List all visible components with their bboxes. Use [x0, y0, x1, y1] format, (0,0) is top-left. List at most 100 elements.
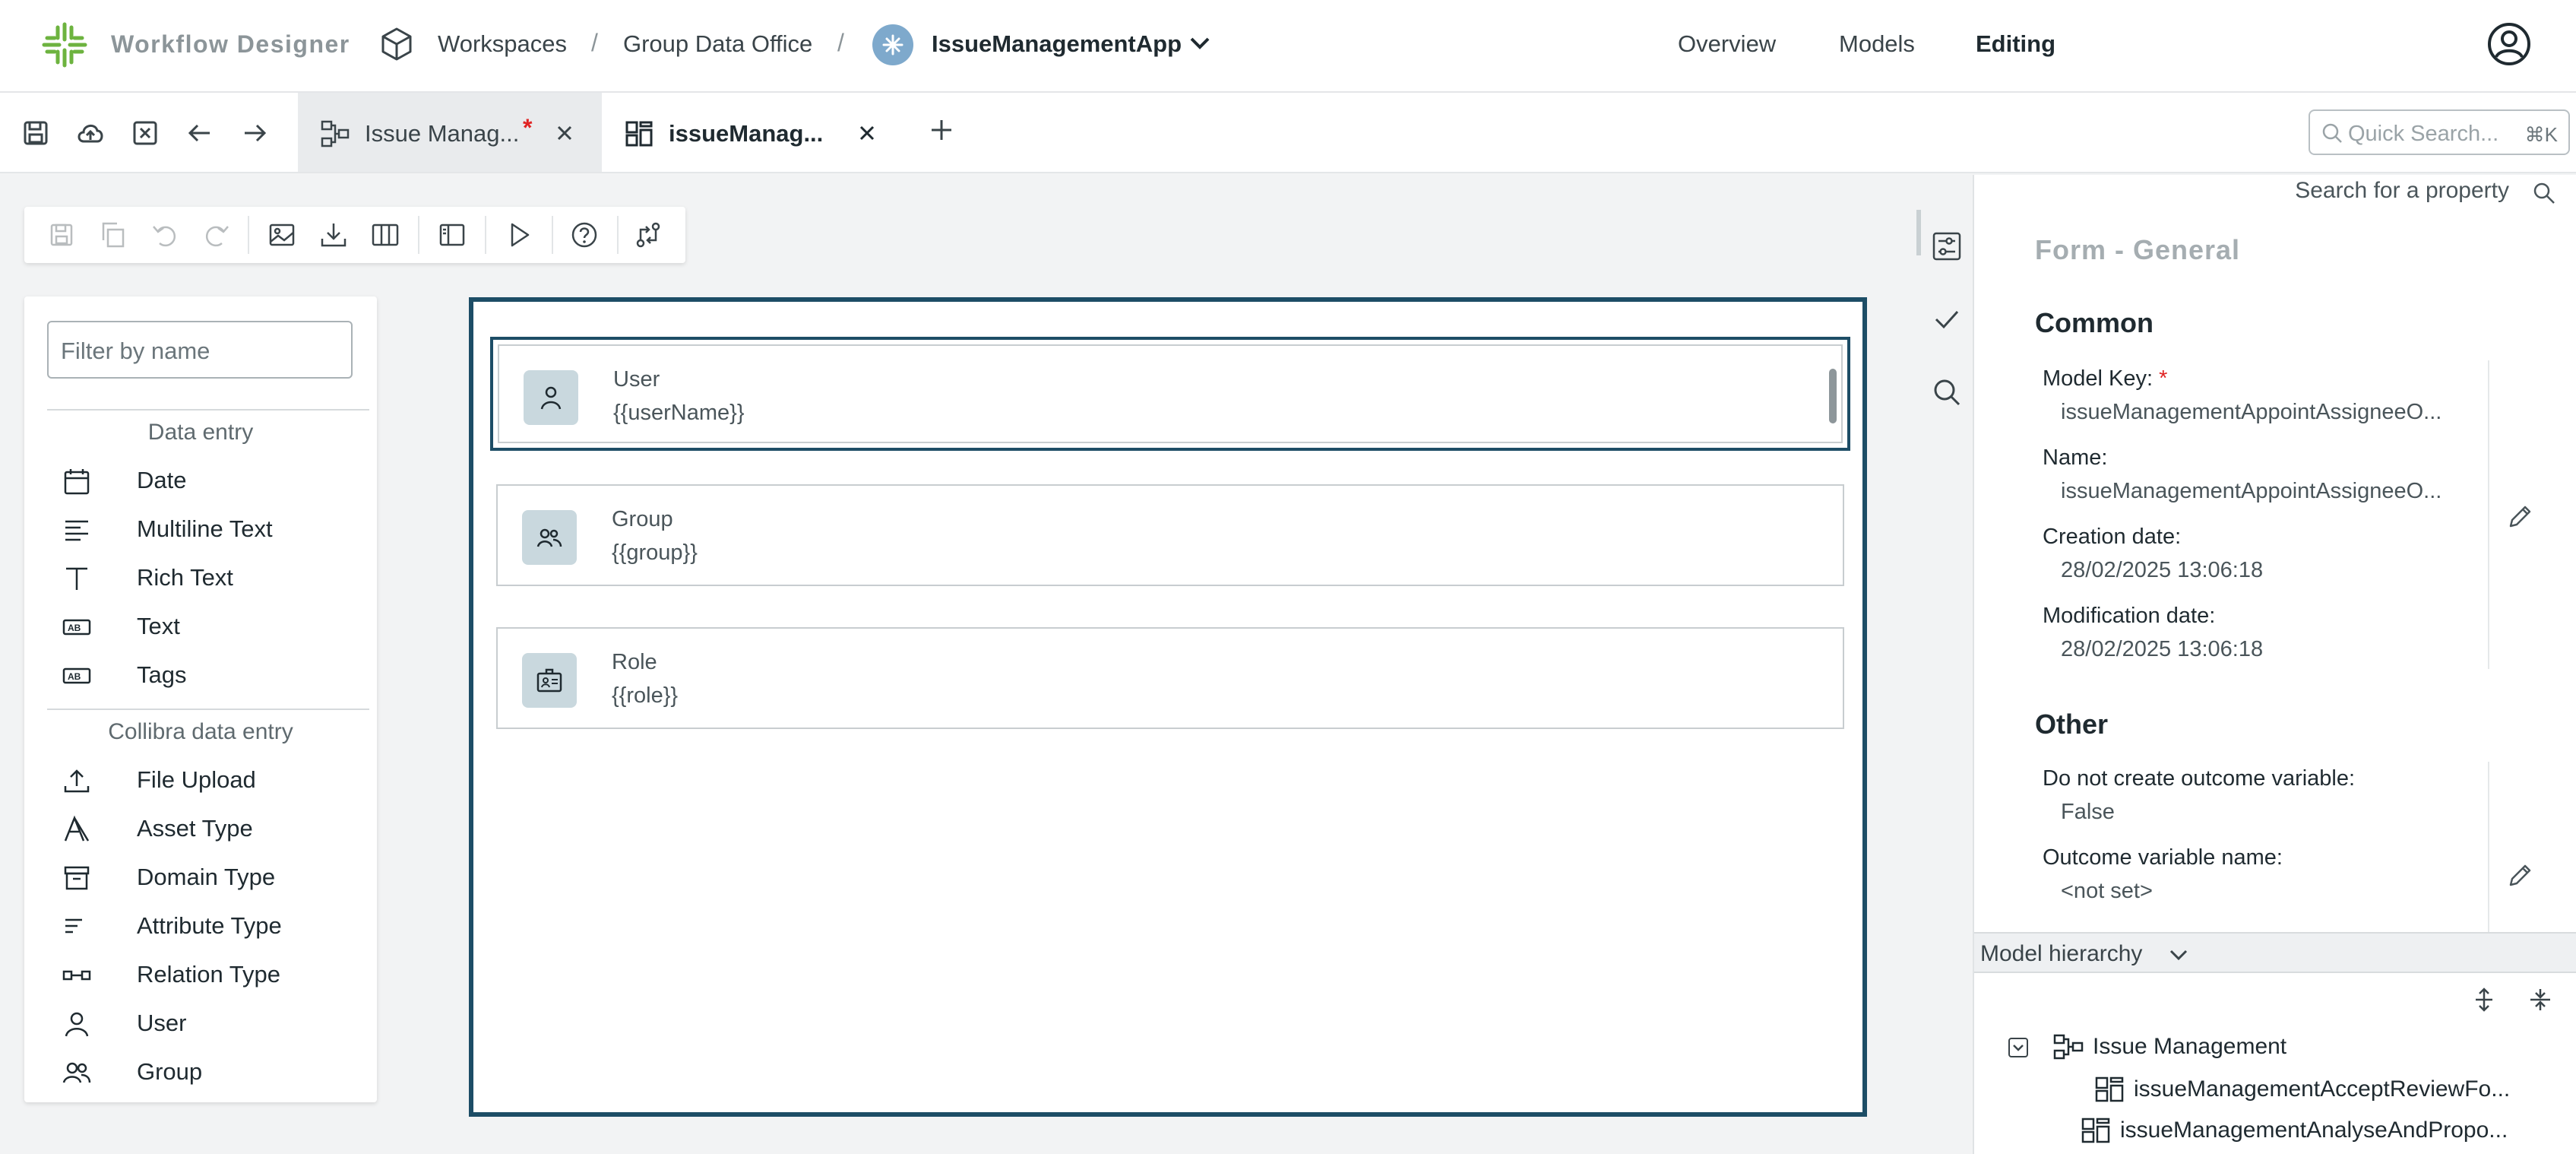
side-panel-switcher: [1916, 175, 1974, 1154]
creation-date-label: Creation date:: [2043, 525, 2182, 549]
palette-item-user[interactable]: User: [62, 1000, 366, 1043]
outcome-variable-name-label: Outcome variable name:: [2043, 845, 2283, 870]
user-icon: [524, 370, 578, 425]
field-value: {{userName}}: [613, 401, 745, 425]
rich-text-icon: [66, 567, 87, 590]
form-canvas[interactable]: User {{userName}} Group {{group}} Role {…: [469, 297, 1867, 1117]
edit-pencil-icon[interactable]: [2506, 503, 2533, 531]
search-icon[interactable]: [1930, 376, 1964, 409]
app-selector[interactable]: IssueManagementApp: [932, 30, 1182, 58]
expand-all-icon[interactable]: [2471, 987, 2497, 1013]
palette-item-relation-type[interactable]: Relation Type: [62, 952, 366, 994]
palette-item-rich-text[interactable]: Rich Text: [62, 555, 366, 598]
save-all-icon[interactable]: [20, 117, 52, 149]
close-all-icon[interactable]: [129, 117, 161, 149]
collapse-all-icon[interactable]: [2527, 987, 2553, 1013]
palette-item-label: Multiline Text: [137, 515, 273, 542]
no-outcome-variable-value: False: [2061, 800, 2115, 824]
quick-search-input[interactable]: Quick Search... ⌘K: [2309, 109, 2570, 155]
relation-type-icon: [62, 970, 91, 981]
properties-panel: Search for a property Form - General Com…: [1974, 175, 2576, 934]
preview-button[interactable]: [505, 220, 533, 249]
edit-pencil-icon[interactable]: [2506, 862, 2533, 889]
attribute-type-icon: [65, 918, 82, 934]
collibra-logo-icon[interactable]: [41, 21, 88, 68]
save-button[interactable]: [47, 220, 76, 249]
palette-item-multiline-text[interactable]: Multiline Text: [62, 506, 366, 549]
compare-button[interactable]: [634, 220, 663, 249]
palette-item-group[interactable]: Group: [62, 1049, 366, 1092]
modification-date-label: Modification date:: [2043, 604, 2216, 628]
nav-overview[interactable]: Overview: [1678, 30, 1776, 58]
palette-item-file-upload[interactable]: File Upload: [62, 757, 366, 800]
nav-models[interactable]: Models: [1839, 30, 1915, 58]
search-icon[interactable]: [2532, 181, 2556, 205]
svg-text:AB: AB: [68, 671, 81, 682]
name-value: issueManagementAppointAssigneeO...: [2061, 479, 2442, 503]
redo-button[interactable]: [202, 220, 231, 249]
tab-issue-management-form[interactable]: issueManag...: [602, 93, 904, 172]
calendar-icon: [64, 469, 90, 495]
copy-icon: [102, 222, 125, 248]
checkmark-icon[interactable]: [1930, 303, 1964, 336]
columns-button[interactable]: [371, 220, 400, 249]
filter-input[interactable]: Filter by name: [47, 321, 353, 379]
field-value: {{group}}: [612, 541, 698, 565]
field-label: User: [613, 367, 660, 392]
toolbar-divider: [248, 216, 249, 254]
user-avatar-icon[interactable]: [2486, 21, 2532, 67]
editor-tab-bar: Issue Manag... * issueManag...: [0, 93, 2576, 173]
breadcrumb-workspaces[interactable]: Workspaces: [438, 30, 567, 58]
undo-button[interactable]: [150, 220, 179, 249]
property-divider: [2488, 360, 2489, 669]
palette-item-label: Asset Type: [137, 815, 253, 842]
property-search[interactable]: Search for a property: [2295, 178, 2509, 204]
close-icon[interactable]: [553, 122, 576, 144]
form-field-user[interactable]: User {{userName}}: [490, 337, 1850, 451]
form-icon: [2095, 1076, 2124, 1102]
columns-icon: [372, 224, 399, 246]
field-value: {{role}}: [612, 683, 679, 708]
copy-button[interactable]: [99, 220, 128, 249]
properties-icon[interactable]: [1930, 230, 1964, 263]
breadcrumb-group-data-office[interactable]: Group Data Office: [623, 30, 812, 58]
palette-item-domain-type[interactable]: Domain Type: [62, 854, 366, 897]
toolbar-divider: [617, 216, 619, 254]
cloud-upload-icon[interactable]: [74, 117, 106, 149]
model-key-label: Model Key: *: [2043, 366, 2167, 392]
model-hierarchy-tree: Issue Management issueManagementAcceptRe…: [1974, 973, 2576, 1154]
help-icon: [571, 222, 597, 248]
chevron-down-icon[interactable]: [2169, 947, 2188, 962]
undo-icon: [153, 226, 176, 247]
tab-label: issueManag...: [669, 120, 824, 147]
palette-section-title: Collibra data entry: [108, 719, 293, 744]
creation-date-value: 28/02/2025 13:06:18: [2061, 558, 2264, 582]
palette-item-tags[interactable]: AB Tags: [62, 652, 366, 695]
tree-item-label: issueManagementAnalyseAndPropo...: [2120, 1118, 2508, 1143]
forward-arrow-icon[interactable]: [239, 117, 271, 149]
palette-item-text[interactable]: AB Text: [62, 604, 366, 646]
palette-item-attribute-type[interactable]: Attribute Type: [62, 903, 366, 946]
chevron-down-icon[interactable]: [1188, 35, 1211, 52]
toggle-panel-button[interactable]: [438, 220, 467, 249]
field-resize-handle[interactable]: [1829, 369, 1837, 423]
tab-issue-management-workflow[interactable]: Issue Manag... *: [298, 93, 602, 172]
form-field-role[interactable]: Role {{role}}: [496, 627, 1844, 729]
close-icon[interactable]: [856, 122, 878, 144]
filter-placeholder: Filter by name: [61, 338, 210, 364]
group-title-common: Common: [2035, 307, 2154, 338]
tree-collapse-icon[interactable]: [2008, 1037, 2029, 1058]
model-hierarchy-header[interactable]: Model hierarchy: [1974, 932, 2576, 973]
back-arrow-icon[interactable]: [184, 117, 216, 149]
help-button[interactable]: [570, 220, 599, 249]
property-divider: [2488, 762, 2489, 934]
quick-search-placeholder: Quick Search...: [2348, 122, 2499, 146]
form-field-group[interactable]: Group {{group}}: [496, 484, 1844, 586]
add-tab-icon[interactable]: [929, 117, 954, 143]
download-button[interactable]: [319, 220, 348, 249]
nav-editing[interactable]: Editing: [1976, 30, 2055, 58]
palette-item-asset-type[interactable]: Asset Type: [62, 806, 366, 848]
workspace-cube-icon: [381, 27, 412, 61]
export-image-button[interactable]: [267, 220, 296, 249]
palette-item-date[interactable]: Date: [62, 458, 366, 500]
